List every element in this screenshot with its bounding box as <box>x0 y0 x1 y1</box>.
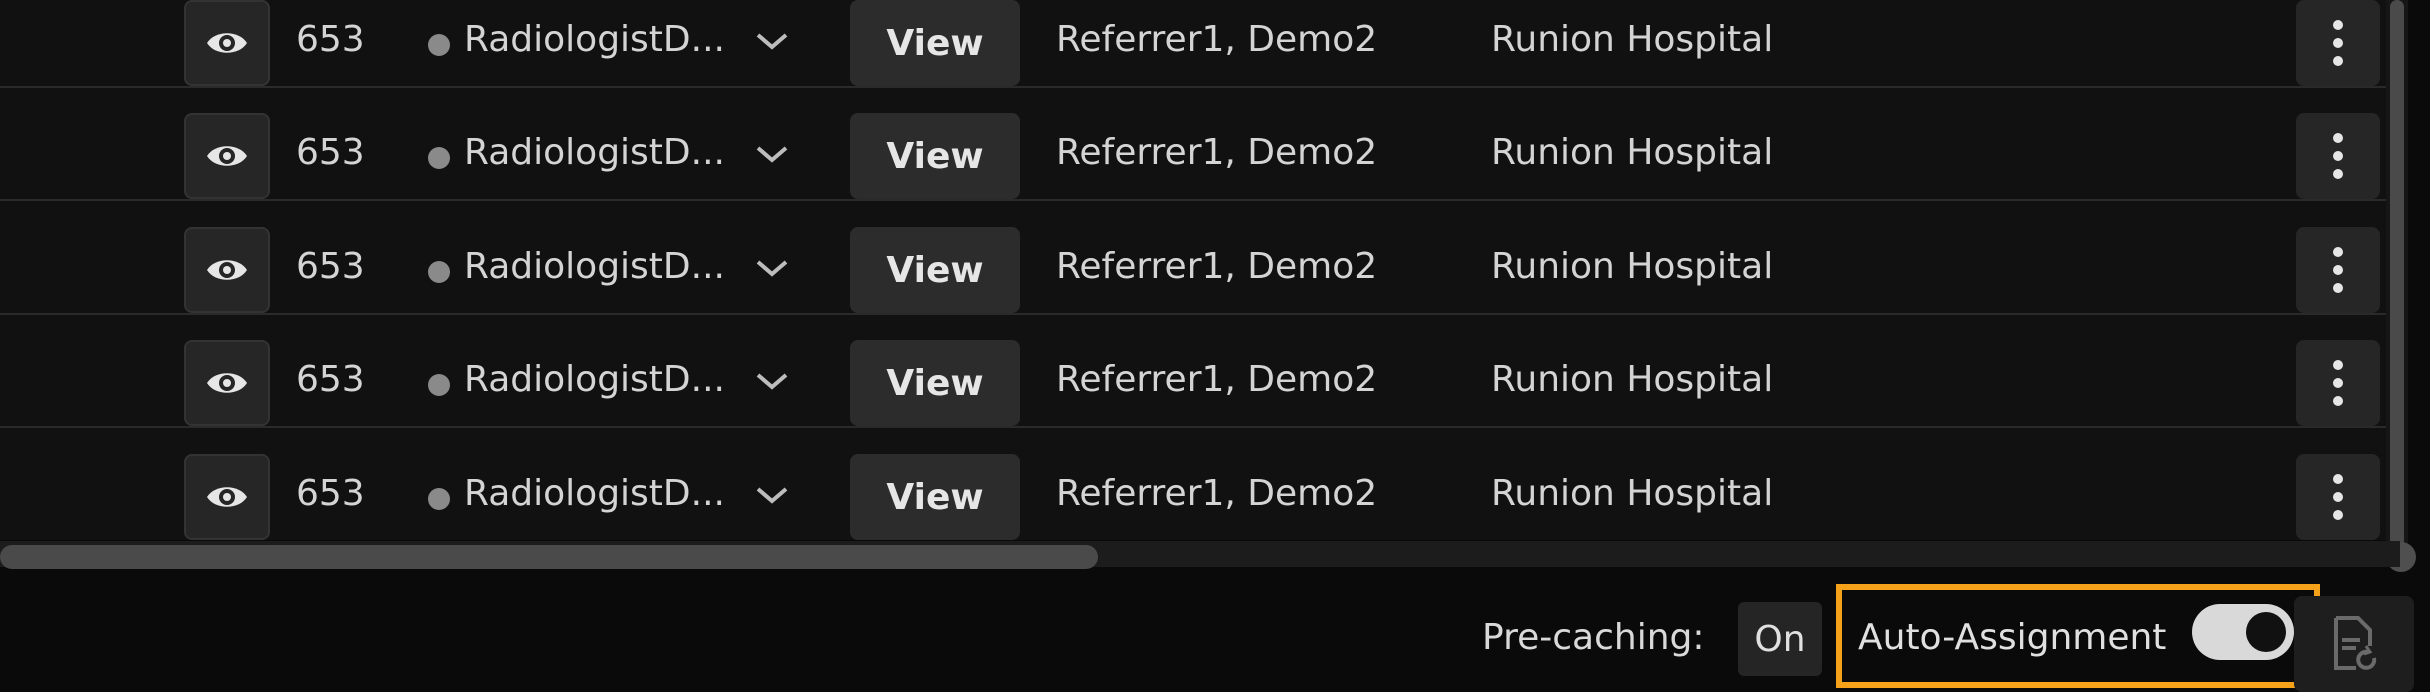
preview-button[interactable] <box>184 340 270 426</box>
more-vertical-icon <box>2333 247 2343 293</box>
chevron-down-icon[interactable] <box>754 483 790 507</box>
status-dot <box>428 488 450 510</box>
table-row[interactable]: 653 RadiologistD... View Referrer1, Demo… <box>0 200 2400 315</box>
assignee-name: RadiologistD... <box>464 359 725 400</box>
table-row[interactable]: 653 RadiologistD... View Referrer1, Demo… <box>0 313 2400 428</box>
referrer-name: Referrer1, Demo2 <box>1056 473 1378 514</box>
status-dot <box>428 147 450 169</box>
assignee-name: RadiologistD... <box>464 473 725 514</box>
view-button[interactable]: View <box>850 0 1020 86</box>
view-button[interactable]: View <box>850 227 1020 313</box>
assignee-name: RadiologistD... <box>464 19 725 60</box>
preview-button[interactable] <box>184 113 270 199</box>
hospital-name: Runion Hospital <box>1491 473 1774 514</box>
hospital-name: Runion Hospital <box>1491 359 1774 400</box>
eye-icon <box>207 33 247 53</box>
table-row[interactable]: 653 RadiologistD... View Referrer1, Demo… <box>0 427 2400 540</box>
referrer-name: Referrer1, Demo2 <box>1056 359 1378 400</box>
table-row[interactable]: 653 RadiologistD... View Referrer1, Demo… <box>0 86 2400 201</box>
more-options-button[interactable] <box>2296 340 2380 426</box>
more-vertical-icon <box>2333 20 2343 66</box>
precaching-label: Pre-caching: <box>1482 617 1705 658</box>
more-vertical-icon <box>2333 360 2343 406</box>
study-id: 653 <box>296 132 365 173</box>
status-dot <box>428 261 450 283</box>
status-dot <box>428 374 450 396</box>
study-id: 653 <box>296 19 365 60</box>
study-id: 653 <box>296 473 365 514</box>
chevron-down-icon[interactable] <box>754 29 790 53</box>
more-options-button[interactable] <box>2296 454 2380 540</box>
referrer-name: Referrer1, Demo2 <box>1056 132 1378 173</box>
hospital-name: Runion Hospital <box>1491 19 1774 60</box>
assignee-name: RadiologistD... <box>464 246 725 287</box>
status-dot <box>428 34 450 56</box>
eye-icon <box>207 260 247 280</box>
eye-icon <box>207 373 247 393</box>
horizontal-scrollbar-thumb[interactable] <box>0 545 1098 569</box>
view-button[interactable]: View <box>850 113 1020 199</box>
referrer-name: Referrer1, Demo2 <box>1056 19 1378 60</box>
auto-assignment-toggle[interactable] <box>2192 604 2294 660</box>
study-id: 653 <box>296 359 365 400</box>
hospital-name: Runion Hospital <box>1491 246 1774 287</box>
view-button[interactable]: View <box>850 340 1020 426</box>
assignee-name: RadiologistD... <box>464 132 725 173</box>
view-button[interactable]: View <box>850 454 1020 540</box>
preview-button[interactable] <box>184 0 270 86</box>
hospital-name: Runion Hospital <box>1491 132 1774 173</box>
preview-button[interactable] <box>184 454 270 540</box>
referrer-name: Referrer1, Demo2 <box>1056 246 1378 287</box>
document-refresh-icon <box>2334 616 2377 670</box>
more-options-button[interactable] <box>2296 227 2380 313</box>
precaching-toggle-button[interactable]: On <box>1738 602 1822 676</box>
chevron-down-icon[interactable] <box>754 142 790 166</box>
study-id: 653 <box>296 246 365 287</box>
more-vertical-icon <box>2333 133 2343 179</box>
chevron-down-icon[interactable] <box>754 256 790 280</box>
eye-icon <box>207 487 247 507</box>
table-row[interactable]: 653 RadiologistD... View Referrer1, Demo… <box>0 0 2400 88</box>
auto-assignment-label: Auto-Assignment <box>1858 617 2167 658</box>
eye-icon <box>207 146 247 166</box>
chevron-down-icon[interactable] <box>754 369 790 393</box>
preview-button[interactable] <box>184 227 270 313</box>
more-vertical-icon <box>2333 474 2343 520</box>
document-refresh-button[interactable] <box>2294 596 2414 692</box>
toggle-knob <box>2246 612 2286 652</box>
more-options-button[interactable] <box>2296 0 2380 86</box>
more-options-button[interactable] <box>2296 113 2380 199</box>
worklist-table: 653 RadiologistD... View Referrer1, Demo… <box>0 0 2400 540</box>
vertical-scrollbar-thumb[interactable] <box>2390 0 2404 548</box>
